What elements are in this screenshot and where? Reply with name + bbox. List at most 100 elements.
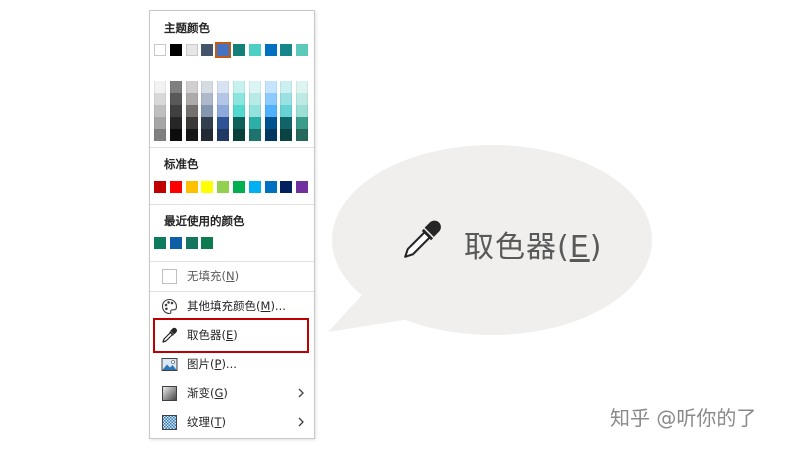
- theme-color-swatch[interactable]: [201, 44, 214, 56]
- tint-swatch[interactable]: [201, 129, 214, 141]
- tint-swatch[interactable]: [280, 129, 293, 141]
- tint-swatch[interactable]: [169, 93, 182, 105]
- recent-color-swatch[interactable]: [154, 237, 166, 249]
- tint-swatch[interactable]: [264, 129, 277, 141]
- tint-swatch[interactable]: [217, 105, 230, 117]
- tint-swatch[interactable]: [217, 117, 230, 129]
- tint-swatch[interactable]: [248, 117, 261, 129]
- tint-swatch[interactable]: [185, 105, 198, 117]
- tint-swatch[interactable]: [233, 117, 245, 129]
- tint-column: [185, 81, 198, 141]
- watermark-text: 知乎 @听你的了: [610, 406, 757, 430]
- gradient-label: 渐变(G): [187, 386, 228, 400]
- palette-icon: [161, 298, 178, 315]
- more-fill-colors-label: 其他填充颜色(M)...: [187, 299, 286, 313]
- chevron-right-icon: [298, 417, 304, 427]
- tint-column: [154, 81, 166, 141]
- tint-column: [201, 81, 214, 141]
- tint-swatch[interactable]: [280, 117, 293, 129]
- theme-color-swatch[interactable]: [280, 44, 293, 56]
- tint-swatch[interactable]: [154, 105, 166, 117]
- tint-column: [296, 81, 309, 141]
- tint-swatch[interactable]: [185, 81, 198, 93]
- no-fill-item[interactable]: 无填充(N): [150, 262, 314, 290]
- recent-color-swatch[interactable]: [169, 237, 182, 249]
- recent-color-swatch[interactable]: [185, 237, 198, 249]
- tint-swatch[interactable]: [169, 105, 182, 117]
- standard-color-swatch[interactable]: [185, 181, 198, 193]
- tint-swatch[interactable]: [248, 81, 261, 93]
- tint-swatch[interactable]: [280, 105, 293, 117]
- standard-colors-title: 标准色: [164, 157, 199, 171]
- texture-icon: [162, 415, 177, 430]
- tint-swatch[interactable]: [280, 93, 293, 105]
- tint-swatch[interactable]: [296, 117, 309, 129]
- tint-swatch[interactable]: [233, 105, 245, 117]
- tint-swatch[interactable]: [169, 129, 182, 141]
- tint-swatch[interactable]: [248, 129, 261, 141]
- tint-swatch[interactable]: [154, 129, 166, 141]
- tint-swatch[interactable]: [201, 81, 214, 93]
- tint-swatch[interactable]: [201, 117, 214, 129]
- standard-color-swatch[interactable]: [248, 181, 261, 193]
- tint-swatch[interactable]: [264, 93, 277, 105]
- tint-swatch[interactable]: [296, 129, 309, 141]
- tint-swatch[interactable]: [217, 129, 230, 141]
- standard-color-swatch[interactable]: [201, 181, 214, 193]
- tint-swatch[interactable]: [233, 81, 245, 93]
- theme-color-swatch[interactable]: [154, 44, 166, 56]
- tint-swatch[interactable]: [217, 93, 230, 105]
- tint-swatch[interactable]: [264, 105, 277, 117]
- theme-color-swatch[interactable]: [215, 42, 232, 58]
- tint-swatch[interactable]: [201, 93, 214, 105]
- tint-swatch[interactable]: [264, 117, 277, 129]
- tint-swatch[interactable]: [296, 93, 309, 105]
- theme-color-swatch[interactable]: [248, 44, 261, 56]
- tint-swatch[interactable]: [296, 81, 309, 93]
- gradient-icon: [162, 386, 177, 401]
- tint-column: [248, 81, 261, 141]
- theme-color-swatch[interactable]: [264, 44, 277, 56]
- picture-item[interactable]: 图片(P)...: [150, 350, 314, 378]
- tint-swatch[interactable]: [233, 93, 245, 105]
- tint-swatch[interactable]: [185, 117, 198, 129]
- tint-swatch[interactable]: [154, 81, 166, 93]
- tint-swatch[interactable]: [296, 105, 309, 117]
- theme-colors-title: 主题颜色: [164, 21, 210, 35]
- standard-color-swatch[interactable]: [296, 181, 309, 193]
- tint-swatch[interactable]: [201, 105, 214, 117]
- chevron-right-icon: [298, 388, 304, 398]
- theme-color-swatch[interactable]: [296, 44, 309, 56]
- tint-swatch[interactable]: [264, 81, 277, 93]
- tint-column: [280, 81, 293, 141]
- tint-swatch[interactable]: [169, 81, 182, 93]
- recent-color-swatch[interactable]: [201, 237, 214, 249]
- standard-color-swatch[interactable]: [233, 181, 245, 193]
- standard-color-swatch[interactable]: [264, 181, 277, 193]
- no-fill-label: 无填充(N): [187, 269, 240, 283]
- standard-color-swatch[interactable]: [154, 181, 166, 193]
- theme-color-swatch[interactable]: [169, 44, 182, 56]
- tint-swatch[interactable]: [233, 129, 245, 141]
- picture-label: 图片(P)...: [187, 357, 237, 371]
- texture-item[interactable]: 纹理(T): [150, 408, 314, 436]
- standard-color-swatch[interactable]: [217, 181, 230, 193]
- tint-swatch[interactable]: [248, 105, 261, 117]
- tint-swatch[interactable]: [248, 93, 261, 105]
- standard-color-swatch[interactable]: [169, 181, 182, 193]
- divider: [150, 147, 314, 148]
- theme-color-swatch[interactable]: [233, 44, 245, 56]
- tint-swatch[interactable]: [154, 93, 166, 105]
- eyedropper-highlight-box: [153, 318, 309, 353]
- gradient-item[interactable]: 渐变(G): [150, 379, 314, 407]
- tint-swatch[interactable]: [185, 93, 198, 105]
- tint-swatch[interactable]: [280, 81, 293, 93]
- tint-swatch[interactable]: [217, 81, 230, 93]
- theme-color-swatch[interactable]: [185, 44, 198, 56]
- standard-color-swatch[interactable]: [280, 181, 293, 193]
- more-fill-colors-item[interactable]: 其他填充颜色(M)...: [150, 292, 314, 320]
- tint-swatch[interactable]: [154, 117, 166, 129]
- tint-column: [264, 81, 277, 141]
- tint-swatch[interactable]: [185, 129, 198, 141]
- tint-swatch[interactable]: [169, 117, 182, 129]
